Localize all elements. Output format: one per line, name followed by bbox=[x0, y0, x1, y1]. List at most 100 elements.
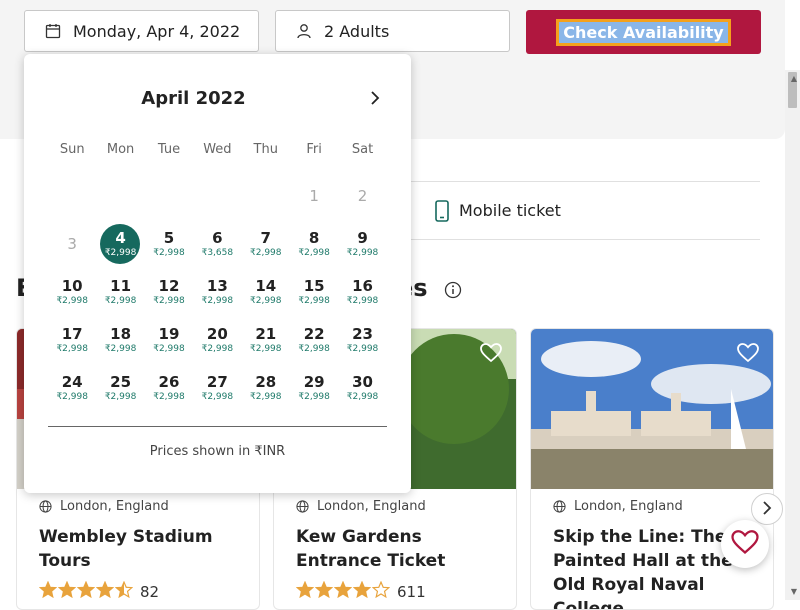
heart-icon[interactable] bbox=[480, 343, 502, 367]
mobile-ticket-label: Mobile ticket bbox=[459, 201, 561, 220]
calendar-day[interactable]: 6 ₹3,658 bbox=[193, 220, 241, 268]
day-price: ₹2,998 bbox=[298, 296, 330, 306]
check-availability-label: Check Availability bbox=[556, 18, 731, 46]
day-price: ₹2,998 bbox=[346, 392, 379, 402]
calendar-day[interactable]: 23 ₹2,998 bbox=[338, 316, 386, 364]
day-price: ₹2,998 bbox=[153, 344, 185, 354]
day-price: ₹3,658 bbox=[201, 248, 234, 258]
globe-icon bbox=[553, 500, 566, 513]
heart-icon[interactable] bbox=[737, 343, 759, 367]
calendar-day[interactable]: 16 ₹2,998 bbox=[338, 268, 386, 316]
rating-stars bbox=[295, 580, 391, 602]
calendar-day[interactable]: 9 ₹2,998 bbox=[338, 220, 386, 268]
weekday-header: Sun Mon Tue Wed Thu Fri Sat bbox=[48, 142, 387, 164]
card-location: London, England bbox=[39, 499, 169, 514]
day-price: ₹2,998 bbox=[250, 344, 282, 354]
calendar-day[interactable]: 21 ₹2,998 bbox=[242, 316, 290, 364]
day-number: 23 bbox=[352, 325, 373, 343]
day-number: 30 bbox=[352, 373, 373, 391]
day-price: ₹2,998 bbox=[298, 392, 330, 402]
heart-icon bbox=[731, 529, 759, 559]
weekday-label: Tue bbox=[157, 142, 181, 157]
card-title[interactable]: Kew Gardens Entrance Ticket bbox=[296, 525, 496, 573]
star-icon bbox=[295, 580, 315, 599]
globe-icon bbox=[39, 500, 52, 513]
globe-icon bbox=[296, 500, 309, 513]
calendar-day[interactable]: 17 ₹2,998 bbox=[48, 316, 96, 364]
guests-value: 2 Adults bbox=[324, 21, 390, 41]
day-number: 6 bbox=[212, 229, 223, 247]
calendar-day[interactable]: 22 ₹2,998 bbox=[290, 316, 338, 364]
mobile-phone-icon bbox=[435, 199, 449, 222]
day-number: 1 bbox=[309, 187, 319, 205]
day-number: 29 bbox=[303, 373, 325, 391]
day-price: ₹2,998 bbox=[201, 296, 234, 306]
star-icon bbox=[76, 580, 96, 599]
calendar-day[interactable]: 15 ₹2,998 bbox=[290, 268, 338, 316]
day-number: 19 bbox=[158, 325, 180, 343]
calendar-day[interactable]: 8 ₹2,998 bbox=[290, 220, 338, 268]
calendar-day[interactable]: 12 ₹2,998 bbox=[145, 268, 193, 316]
weekday-label: Thu bbox=[253, 142, 278, 157]
day-number: 16 bbox=[352, 277, 373, 295]
calendar-day[interactable]: 29 ₹2,998 bbox=[290, 364, 338, 412]
star-icon bbox=[114, 580, 134, 599]
day-number: 22 bbox=[303, 325, 325, 343]
calendar-day[interactable]: 5 ₹2,998 bbox=[145, 220, 193, 268]
calendar-day[interactable]: 25 ₹2,998 bbox=[96, 364, 144, 412]
calendar-day[interactable]: 19 ₹2,998 bbox=[145, 316, 193, 364]
calendar-week: 17 ₹2,998 18 ₹2,998 19 ₹2,998 20 ₹2,998 21 ₹2,998… bbox=[48, 316, 387, 364]
calendar-day[interactable]: 20 ₹2,998 bbox=[193, 316, 241, 364]
card-location-text: London, England bbox=[317, 499, 426, 514]
carousel-next-button[interactable] bbox=[751, 493, 783, 525]
product-card[interactable]: London, England Skip the Line: The Paint… bbox=[530, 328, 774, 610]
day-number: 5 bbox=[163, 229, 175, 247]
calendar-month-title: April 2022 bbox=[141, 88, 246, 109]
calendar-day[interactable]: 10 ₹2,998 bbox=[48, 268, 96, 316]
guests-field[interactable]: 2 Adults bbox=[275, 10, 510, 52]
calendar-day[interactable]: 18 ₹2,998 bbox=[96, 316, 144, 364]
page-scrollbar[interactable] bbox=[785, 70, 800, 600]
calendar-day: 3 bbox=[48, 220, 96, 268]
day-number: 20 bbox=[206, 325, 228, 343]
day-price: ₹2,998 bbox=[104, 344, 137, 354]
day-price: ₹2,998 bbox=[104, 248, 137, 258]
day-number: 3 bbox=[67, 235, 77, 253]
day-number: 17 bbox=[61, 325, 83, 343]
scroll-down-icon[interactable]: ▼ bbox=[791, 587, 797, 596]
next-month-button[interactable] bbox=[366, 90, 384, 108]
calendar-day[interactable]: 13 ₹2,998 bbox=[193, 268, 241, 316]
calendar-day[interactable]: 24 ₹2,998 bbox=[48, 364, 96, 412]
weekday-label: Mon bbox=[106, 142, 135, 157]
calendar-day[interactable]: 14 ₹2,998 bbox=[242, 268, 290, 316]
day-number: 15 bbox=[303, 277, 325, 295]
calendar-day[interactable]: 7 ₹2,998 bbox=[242, 220, 290, 268]
review-count: 82 bbox=[140, 582, 160, 601]
day-price: ₹2,998 bbox=[201, 392, 234, 402]
date-value: Monday, Apr 4, 2022 bbox=[73, 21, 241, 41]
day-number: 25 bbox=[110, 373, 132, 391]
day-price: ₹2,998 bbox=[104, 296, 137, 306]
date-picker-field[interactable]: Monday, Apr 4, 2022 bbox=[24, 10, 259, 52]
day-number: 14 bbox=[255, 277, 277, 295]
day-price: ₹2,998 bbox=[250, 392, 282, 402]
card-title[interactable]: Wembley Stadium Tours bbox=[39, 525, 239, 573]
card-location: London, England bbox=[553, 499, 683, 514]
calendar-day[interactable]: 30 ₹2,998 bbox=[338, 364, 386, 412]
calendar-empty-cell bbox=[96, 172, 144, 220]
calendar-day[interactable]: 28 ₹2,998 bbox=[242, 364, 290, 412]
wishlist-button[interactable] bbox=[721, 520, 769, 568]
check-availability-button[interactable]: Check Availability bbox=[526, 10, 761, 54]
day-number: 8 bbox=[308, 229, 320, 247]
card-location-text: London, England bbox=[60, 499, 169, 514]
calendar-day[interactable]: 11 ₹2,998 bbox=[96, 268, 144, 316]
calendar-day[interactable]: 4 ₹2,998 bbox=[96, 220, 144, 268]
calendar-day[interactable]: 26 ₹2,998 bbox=[145, 364, 193, 412]
day-price: ₹2,998 bbox=[56, 296, 88, 306]
calendar-week: 10 ₹2,998 11 ₹2,998 12 ₹2,998 13 ₹2,998 14 ₹2,998… bbox=[48, 268, 387, 316]
calendar-day: 1 bbox=[290, 172, 338, 220]
info-icon[interactable] bbox=[444, 281, 462, 303]
calendar-day[interactable]: 27 ₹2,998 bbox=[193, 364, 241, 412]
scroll-up-icon[interactable]: ▲ bbox=[791, 74, 797, 83]
star-icon bbox=[352, 580, 372, 599]
